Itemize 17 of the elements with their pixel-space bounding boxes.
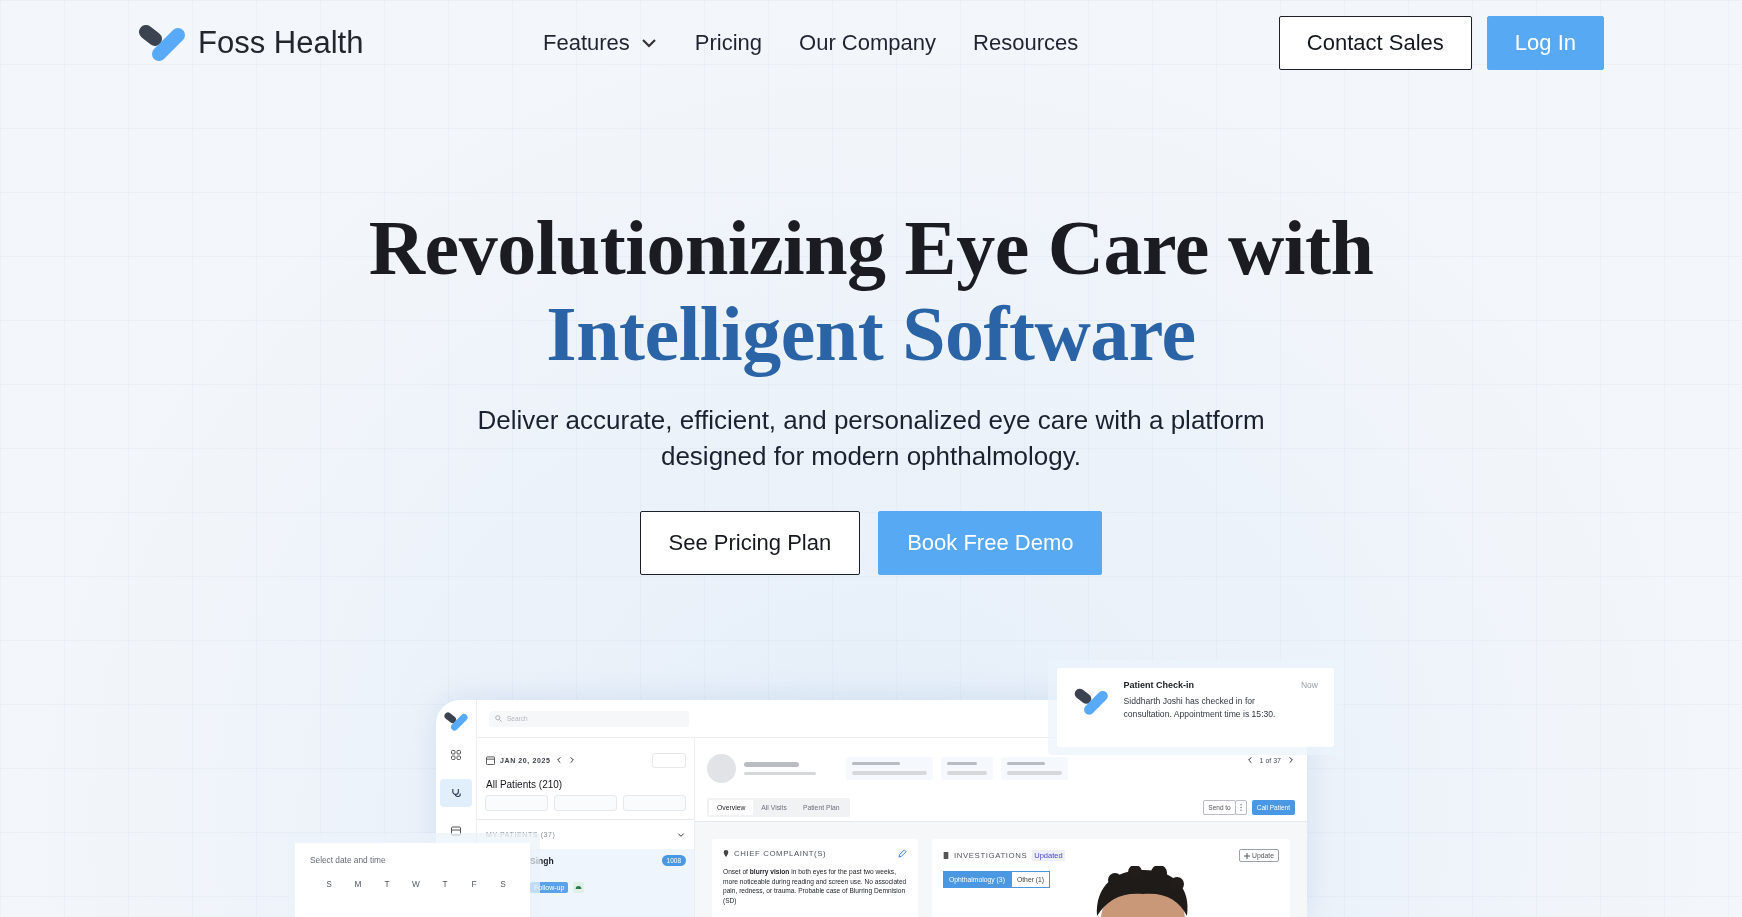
notification-message: Siddharth Joshi has checked in for consultation. Appointment time is 15:30. <box>1123 695 1277 721</box>
weekday-label: M <box>353 879 363 889</box>
hero-title: Revolutionizing Eye Care with <box>368 205 1374 291</box>
notification-time: Now <box>1301 680 1318 690</box>
patient-name: Singh <box>530 855 554 866</box>
hero-subtitle: Deliver accurate, efficient, and personalized eye care with a platform designed for modern ophthalmology. <box>476 404 1266 473</box>
date-picker-title: Select date and time <box>310 855 387 865</box>
list-title: All Patients (210) <box>485 778 564 790</box>
weekday-label: S <box>325 879 333 889</box>
weekday-label: W <box>411 879 421 889</box>
hero-title: Intelligent Software <box>546 291 1196 377</box>
weekday-label: S <box>499 879 507 889</box>
weekday-label: F <box>470 879 478 889</box>
weekday-label: T <box>383 879 391 889</box>
weekday-label: T <box>441 879 449 889</box>
brand-name: Foss Health <box>198 25 364 61</box>
notification-title: Patient Check-in <box>1123 680 1195 690</box>
